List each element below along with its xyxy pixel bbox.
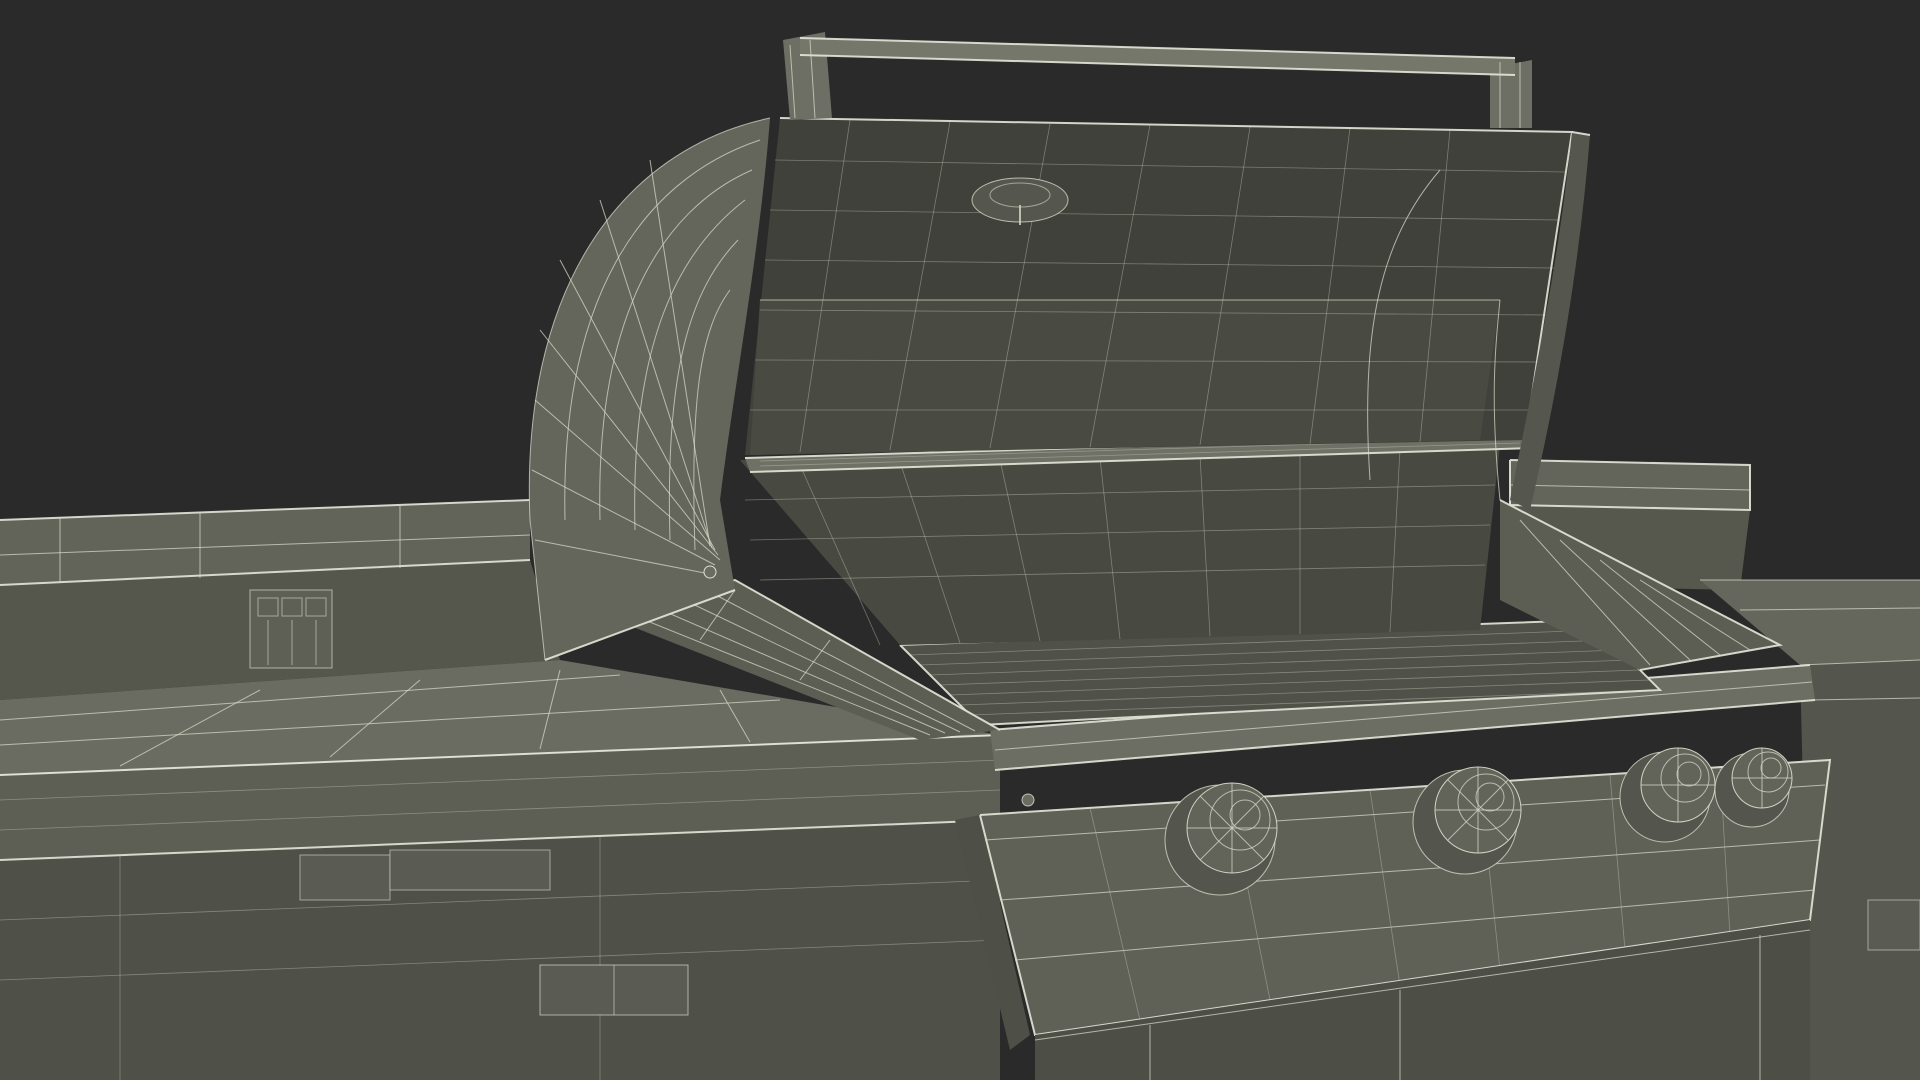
power-outlet	[249, 589, 333, 669]
left-countertop	[0, 660, 1001, 1080]
lid-interior	[745, 117, 1574, 455]
knob-1[interactable]	[1164, 782, 1278, 896]
grill-wireframe-render	[0, 0, 1920, 1080]
